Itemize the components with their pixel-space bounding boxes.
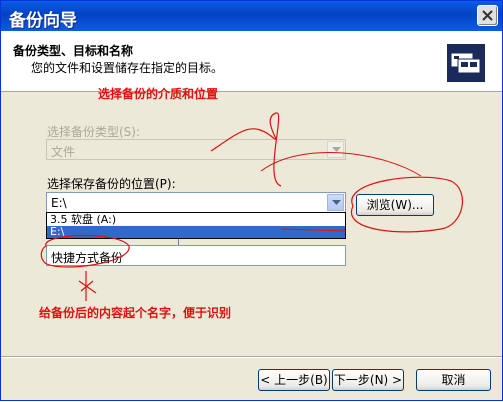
annotation-top: 选择备份的介质和位置: [98, 87, 219, 101]
location-value: E:\: [51, 196, 67, 210]
location-option-e-drive[interactable]: E:\: [47, 226, 345, 238]
backup-name-input[interactable]: 快捷方式备份: [46, 245, 346, 266]
location-dropdown-button[interactable]: [327, 194, 344, 211]
location-dropdown-list: 3.5 软盘 (A:) E:\: [46, 212, 346, 239]
location-select[interactable]: E:\: [46, 192, 346, 213]
backup-type-dropdown-button: [327, 141, 344, 158]
chevron-down-icon: [332, 147, 341, 152]
title-bar: 备份向导: [1, 1, 502, 31]
backup-cards-icon: [447, 44, 485, 82]
wizard-header: 备份类型、目标和名称 您的文件和设置储存在指定的目标。: [1, 31, 502, 92]
header-title: 备份类型、目标和名称: [13, 44, 134, 58]
close-button[interactable]: [477, 5, 498, 26]
location-option-floppy[interactable]: 3.5 软盘 (A:): [47, 214, 345, 226]
back-button[interactable]: < 上一步(B): [258, 369, 330, 391]
backup-name-value: 快捷方式备份: [51, 251, 124, 265]
backup-type-label: 选择备份类型(S):: [47, 125, 141, 139]
backup-wizard-window: 备份向导 备份类型、目标和名称 您的文件和设置储存在指定的目标。 选择备份的介质…: [0, 0, 503, 401]
chevron-down-icon: [332, 200, 341, 205]
cancel-button[interactable]: 取消: [416, 369, 491, 391]
next-button[interactable]: 下一步(N) >: [332, 369, 404, 391]
header-subtitle: 您的文件和设置储存在指定的目标。: [31, 61, 224, 75]
browse-button[interactable]: 浏览(W)...: [356, 194, 434, 216]
window-title: 备份向导: [9, 11, 77, 31]
backup-type-value: 文件: [51, 145, 76, 159]
annotation-bottom: 给备份后的内容起个名字，便于识别: [39, 306, 232, 320]
backup-type-select: 文件: [46, 139, 346, 160]
footer-divider: [1, 356, 502, 358]
location-label: 选择保存备份的位置(P):: [47, 177, 176, 191]
close-icon: [482, 10, 493, 21]
